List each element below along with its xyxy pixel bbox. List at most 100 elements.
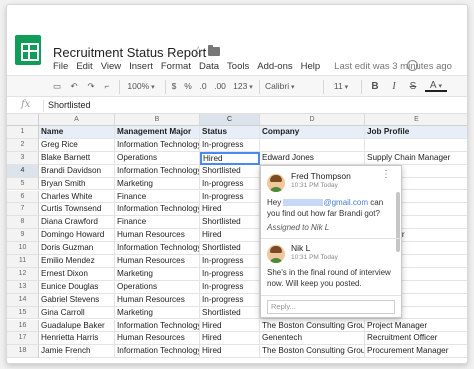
row-number[interactable]: 8 [7,216,39,230]
column-header-e[interactable]: E [365,114,467,126]
document-title[interactable]: Recruitment Status Report [53,45,206,60]
cell-major[interactable]: Information Technology [115,242,200,255]
cell-status[interactable]: In-progress [200,177,260,191]
row-number[interactable]: 9 [7,229,39,243]
cell-major[interactable]: Information Technology [115,164,200,178]
cell-name[interactable]: Domingo Howard [39,229,115,243]
cell-major[interactable]: Finance [115,216,200,230]
cell-major[interactable]: Information Technology [115,138,200,152]
increase-decimal-button[interactable]: .00 [211,80,229,93]
row-number[interactable]: 17 [7,332,39,346]
cell-major[interactable]: Operations [115,151,200,165]
row-number[interactable]: 3 [7,151,39,165]
menu-format[interactable]: Format [161,61,191,73]
cell-name[interactable]: Blake Barnett [39,151,115,165]
cell-name[interactable]: Diana Crawford [39,216,115,230]
column-header-d[interactable]: D [260,114,365,126]
cell-major[interactable]: Marketing [115,306,200,320]
header-cell-major[interactable]: Management Major [115,126,200,139]
header-cell-name[interactable]: Name [39,126,115,139]
reply-input[interactable]: Reply... [267,300,395,314]
star-icon[interactable]: ☆ [192,43,205,60]
italic-button[interactable]: I [388,80,400,93]
cell-status[interactable]: Hired [200,345,260,359]
menu-addons[interactable]: Add-ons [257,61,292,73]
sheets-logo-icon[interactable] [15,35,41,65]
strikethrough-button[interactable]: S [407,80,419,93]
cell-name[interactable]: Doris Guzman [39,242,115,255]
column-header-b[interactable]: B [115,114,200,126]
row-number[interactable]: 5 [7,177,39,191]
more-options-icon[interactable]: ⋮ [381,170,391,180]
cell-name[interactable]: Guadalupe Baker [39,319,115,333]
cell-company[interactable]: The Boston Consulting Group [260,319,365,333]
redo-icon[interactable]: ↷ [85,80,97,93]
row-number[interactable]: 11 [7,255,39,268]
undo-icon[interactable]: ↶ [68,80,80,93]
cell-job-profile[interactable]: Supply Chain Manager [365,152,467,165]
cell-status[interactable]: Hired [200,151,260,165]
cell-name[interactable]: Eunice Douglas [39,280,115,294]
decrease-decimal-button[interactable]: .0 [196,80,210,93]
cell-name[interactable]: Ernest Dixon [39,267,115,281]
cell-status[interactable]: Shortlisted [200,216,260,230]
menu-data[interactable]: Data [199,61,219,73]
cell-name[interactable]: Brandi Davidson [39,164,115,178]
menu-insert[interactable]: Insert [129,61,153,73]
cell-name[interactable]: Greg Rice [39,138,115,152]
select-all-corner[interactable] [7,114,39,126]
row-number[interactable]: 4 [7,164,39,178]
row-number[interactable]: 13 [7,280,39,294]
row-number[interactable]: 6 [7,190,39,204]
menu-view[interactable]: View [101,61,121,73]
formula-input[interactable]: Shortlisted [43,100,91,112]
print-icon[interactable]: ▭ [51,80,63,93]
folder-icon[interactable] [208,45,220,56]
row-number[interactable]: 12 [7,267,39,281]
row-number[interactable]: 1 [7,126,39,139]
row-number[interactable]: 15 [7,306,39,320]
mention-email-link[interactable]: @gmail.com [283,198,368,207]
cell-status[interactable]: Hired [200,203,260,217]
cell-name[interactable]: Henrietta Harris [39,332,115,346]
cell-status[interactable]: Shortlisted [200,242,260,255]
header-cell-job-profile[interactable]: Job Profile [365,126,467,139]
percent-format-button[interactable]: % [182,80,194,93]
cell-job-profile[interactable]: Recruitment Officer [365,332,467,346]
zoom-select[interactable]: 100% [123,80,159,93]
row-number[interactable]: 16 [7,319,39,333]
cell-major[interactable]: Information Technology [115,203,200,217]
cell-company[interactable]: Edward Jones [260,151,365,165]
cell-major[interactable]: Marketing [115,267,200,281]
cell-name[interactable]: Bryan Smith [39,177,115,191]
cell-status[interactable]: Hired [200,319,260,333]
cell-major[interactable]: Human Resources [115,332,200,346]
cell-name[interactable]: Charles White [39,190,115,204]
history-icon[interactable] [407,60,418,71]
row-number[interactable]: 18 [7,345,39,359]
row-number[interactable]: 10 [7,242,39,255]
cell-status[interactable]: In-progress [200,190,260,204]
cell-major[interactable]: Information Technology [115,319,200,333]
row-number[interactable]: 2 [7,138,39,152]
cell-status[interactable]: In-progress [200,280,260,294]
number-format-select[interactable]: 123 [231,80,255,93]
cell-status[interactable]: Hired [200,229,260,243]
column-header-a[interactable]: A [39,114,115,126]
row-number[interactable]: 14 [7,293,39,307]
currency-format-button[interactable]: $ [169,80,179,93]
cell-major[interactable]: Human Resources [115,293,200,307]
header-cell-company[interactable]: Company [260,126,365,139]
paint-format-icon[interactable]: ⌐ [101,80,113,93]
cell-status[interactable]: In-progress [200,255,260,268]
cell-major[interactable]: Information Technology [115,345,200,359]
menu-edit[interactable]: Edit [76,61,92,73]
comment-scrollbar[interactable] [396,192,400,252]
cell-major[interactable]: Human Resources [115,229,200,243]
bold-button[interactable]: B [369,80,381,93]
cell-major[interactable]: Operations [115,280,200,294]
cell-job-profile[interactable] [365,139,467,152]
cell-status[interactable]: Hired [200,332,260,346]
menu-file[interactable]: File [53,61,68,73]
header-cell-status[interactable]: Status [200,126,260,139]
